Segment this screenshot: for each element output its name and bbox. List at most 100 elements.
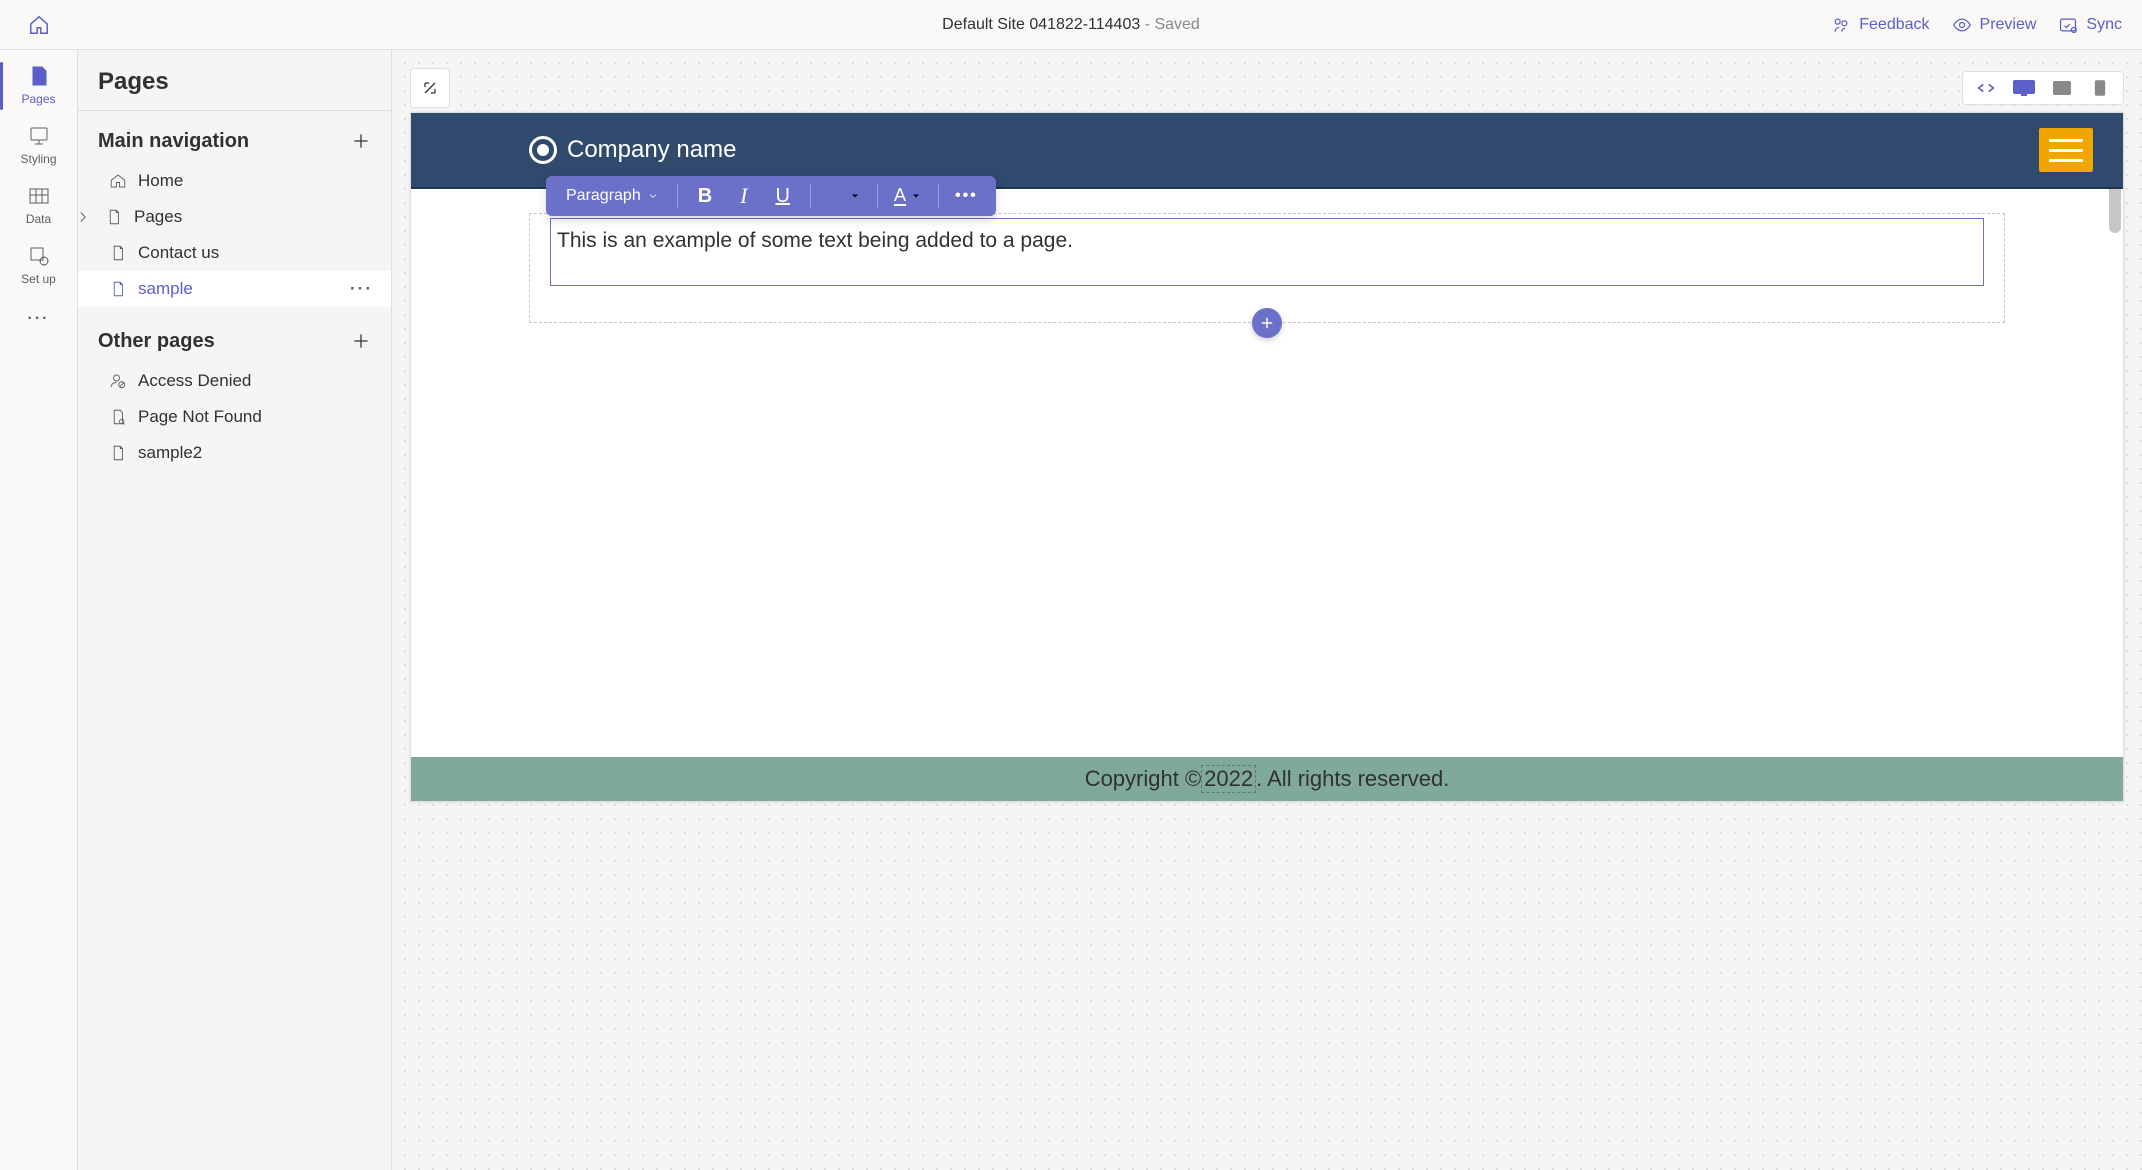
nav-item-label: Contact us bbox=[138, 243, 219, 263]
sync-button[interactable]: Sync bbox=[2058, 15, 2122, 35]
feedback-button[interactable]: Feedback bbox=[1831, 15, 1929, 35]
nav-item-label: Page Not Found bbox=[138, 407, 262, 427]
toolbar-separator bbox=[938, 184, 939, 208]
nav-item-more-icon[interactable]: ··· bbox=[346, 279, 377, 299]
rail-item-data[interactable]: Data bbox=[0, 176, 77, 236]
other-pages-heading: Other pages bbox=[98, 330, 215, 353]
app-home-button[interactable] bbox=[19, 5, 59, 45]
nav-item-access-denied[interactable]: Access Denied bbox=[78, 363, 391, 399]
left-rail: Pages Styling Data Set up ··· bbox=[0, 50, 78, 1170]
code-icon bbox=[1975, 77, 1997, 99]
italic-button[interactable]: I bbox=[728, 179, 759, 213]
rail-label-setup: Set up bbox=[21, 272, 56, 286]
chevron-right-icon bbox=[74, 208, 92, 226]
page-icon bbox=[108, 443, 128, 463]
preview-icon bbox=[1952, 15, 1972, 35]
nav-item-label: sample bbox=[138, 279, 193, 299]
desktop-view-toggle[interactable] bbox=[2011, 78, 2037, 98]
font-color-dropdown[interactable]: A bbox=[886, 182, 930, 210]
resize-arrow-icon bbox=[420, 78, 440, 98]
pages-side-panel: Pages Main navigation Home Pages bbox=[78, 50, 392, 1170]
page-icon bbox=[108, 279, 128, 299]
page-preview-frame: Company name Paragraph bbox=[410, 112, 2124, 802]
toolbar-more-button[interactable]: ••• bbox=[947, 183, 986, 209]
preview-label: Preview bbox=[1980, 16, 2037, 34]
pages-icon bbox=[27, 64, 51, 88]
side-panel-title: Pages bbox=[78, 50, 391, 111]
toolbar-separator bbox=[677, 184, 678, 208]
mobile-view-toggle[interactable] bbox=[2087, 78, 2113, 98]
styling-icon bbox=[27, 124, 51, 148]
tablet-view-toggle[interactable] bbox=[2049, 78, 2075, 98]
font-color-icon: A bbox=[894, 186, 906, 206]
app-title: Default Site 041822-114403 - Saved bbox=[942, 16, 1200, 34]
hamburger-line-icon bbox=[2049, 139, 2083, 142]
add-other-page-button[interactable] bbox=[345, 325, 377, 357]
rail-label-styling: Styling bbox=[20, 152, 56, 166]
rail-item-setup[interactable]: Set up bbox=[0, 236, 77, 296]
site-name-text: Default Site 041822-114403 bbox=[942, 16, 1140, 33]
nav-item-contact-us[interactable]: Contact us bbox=[78, 235, 391, 271]
sync-label: Sync bbox=[2086, 16, 2122, 34]
view-toggle-group bbox=[1962, 71, 2124, 105]
bold-button[interactable]: B bbox=[686, 181, 724, 212]
mobile-icon bbox=[2094, 79, 2106, 97]
nav-item-page-not-found[interactable]: Page Not Found bbox=[78, 399, 391, 435]
nav-item-sample2[interactable]: sample2 bbox=[78, 435, 391, 471]
rail-item-styling[interactable]: Styling bbox=[0, 116, 77, 176]
brand-text: Company name bbox=[567, 136, 736, 164]
rail-more-button[interactable]: ··· bbox=[18, 300, 60, 338]
nav-item-pages[interactable]: Pages bbox=[78, 199, 391, 235]
rail-label-pages: Pages bbox=[21, 92, 55, 106]
nav-item-home[interactable]: Home bbox=[78, 163, 391, 199]
preview-button[interactable]: Preview bbox=[1952, 15, 2037, 35]
data-icon bbox=[27, 184, 51, 208]
app-top-bar: Default Site 041822-114403 - Saved Feedb… bbox=[0, 0, 2142, 50]
preview-hamburger-button[interactable] bbox=[2039, 128, 2093, 172]
resize-handle-button[interactable] bbox=[410, 68, 450, 108]
footer-suffix: . All rights reserved. bbox=[1256, 766, 1449, 792]
page-search-icon bbox=[108, 407, 128, 427]
footer-year[interactable]: 2022 bbox=[1201, 765, 1256, 793]
hamburger-line-icon bbox=[2049, 149, 2083, 152]
sync-icon bbox=[2058, 15, 2078, 35]
chevron-down-icon bbox=[910, 190, 922, 202]
underline-button[interactable]: U bbox=[764, 181, 802, 212]
main-nav-list: Home Pages Contact us sample ··· bbox=[78, 163, 391, 307]
main-navigation-heading: Main navigation bbox=[98, 130, 249, 153]
toolbar-separator bbox=[877, 184, 878, 208]
hamburger-line-icon bbox=[2049, 159, 2083, 162]
person-block-icon bbox=[108, 371, 128, 391]
toolbar-separator bbox=[810, 184, 811, 208]
nav-item-sample[interactable]: sample ··· bbox=[78, 271, 391, 307]
rail-item-pages[interactable]: Pages bbox=[0, 56, 77, 116]
nav-item-label: Home bbox=[138, 171, 183, 191]
chevron-down-icon bbox=[647, 190, 659, 202]
align-dropdown[interactable] bbox=[819, 183, 869, 209]
desktop-icon bbox=[2012, 79, 2036, 97]
plus-icon bbox=[1258, 314, 1276, 332]
preview-scrollbar[interactable] bbox=[2109, 113, 2121, 801]
code-view-toggle[interactable] bbox=[1973, 78, 1999, 98]
preview-brand[interactable]: Company name bbox=[529, 136, 736, 164]
preview-site-footer: Copyright © 2022 . All rights reserved. bbox=[411, 757, 2123, 801]
align-left-icon bbox=[827, 187, 845, 205]
tablet-icon bbox=[2052, 80, 2072, 96]
other-pages-list: Access Denied Page Not Found sample2 bbox=[78, 363, 391, 471]
editor-canvas: Company name Paragraph bbox=[392, 50, 2142, 1170]
plus-icon bbox=[351, 331, 371, 351]
feedback-label: Feedback bbox=[1859, 16, 1929, 34]
nav-item-label: Pages bbox=[134, 207, 182, 227]
paragraph-label: Paragraph bbox=[566, 187, 641, 205]
home-icon bbox=[108, 171, 128, 191]
rich-text-toolbar: Paragraph B I U bbox=[546, 176, 996, 216]
feedback-icon bbox=[1831, 15, 1851, 35]
text-block-editor[interactable]: This is an example of some text being ad… bbox=[550, 218, 1984, 286]
nav-item-label: Access Denied bbox=[138, 371, 251, 391]
add-main-nav-page-button[interactable] bbox=[345, 125, 377, 157]
text-block-content: This is an example of some text being ad… bbox=[557, 229, 1073, 252]
page-icon bbox=[108, 243, 128, 263]
paragraph-style-dropdown[interactable]: Paragraph bbox=[556, 183, 669, 209]
add-content-below-button[interactable] bbox=[1252, 308, 1282, 338]
content-section[interactable]: Paragraph B I U bbox=[529, 213, 2005, 323]
